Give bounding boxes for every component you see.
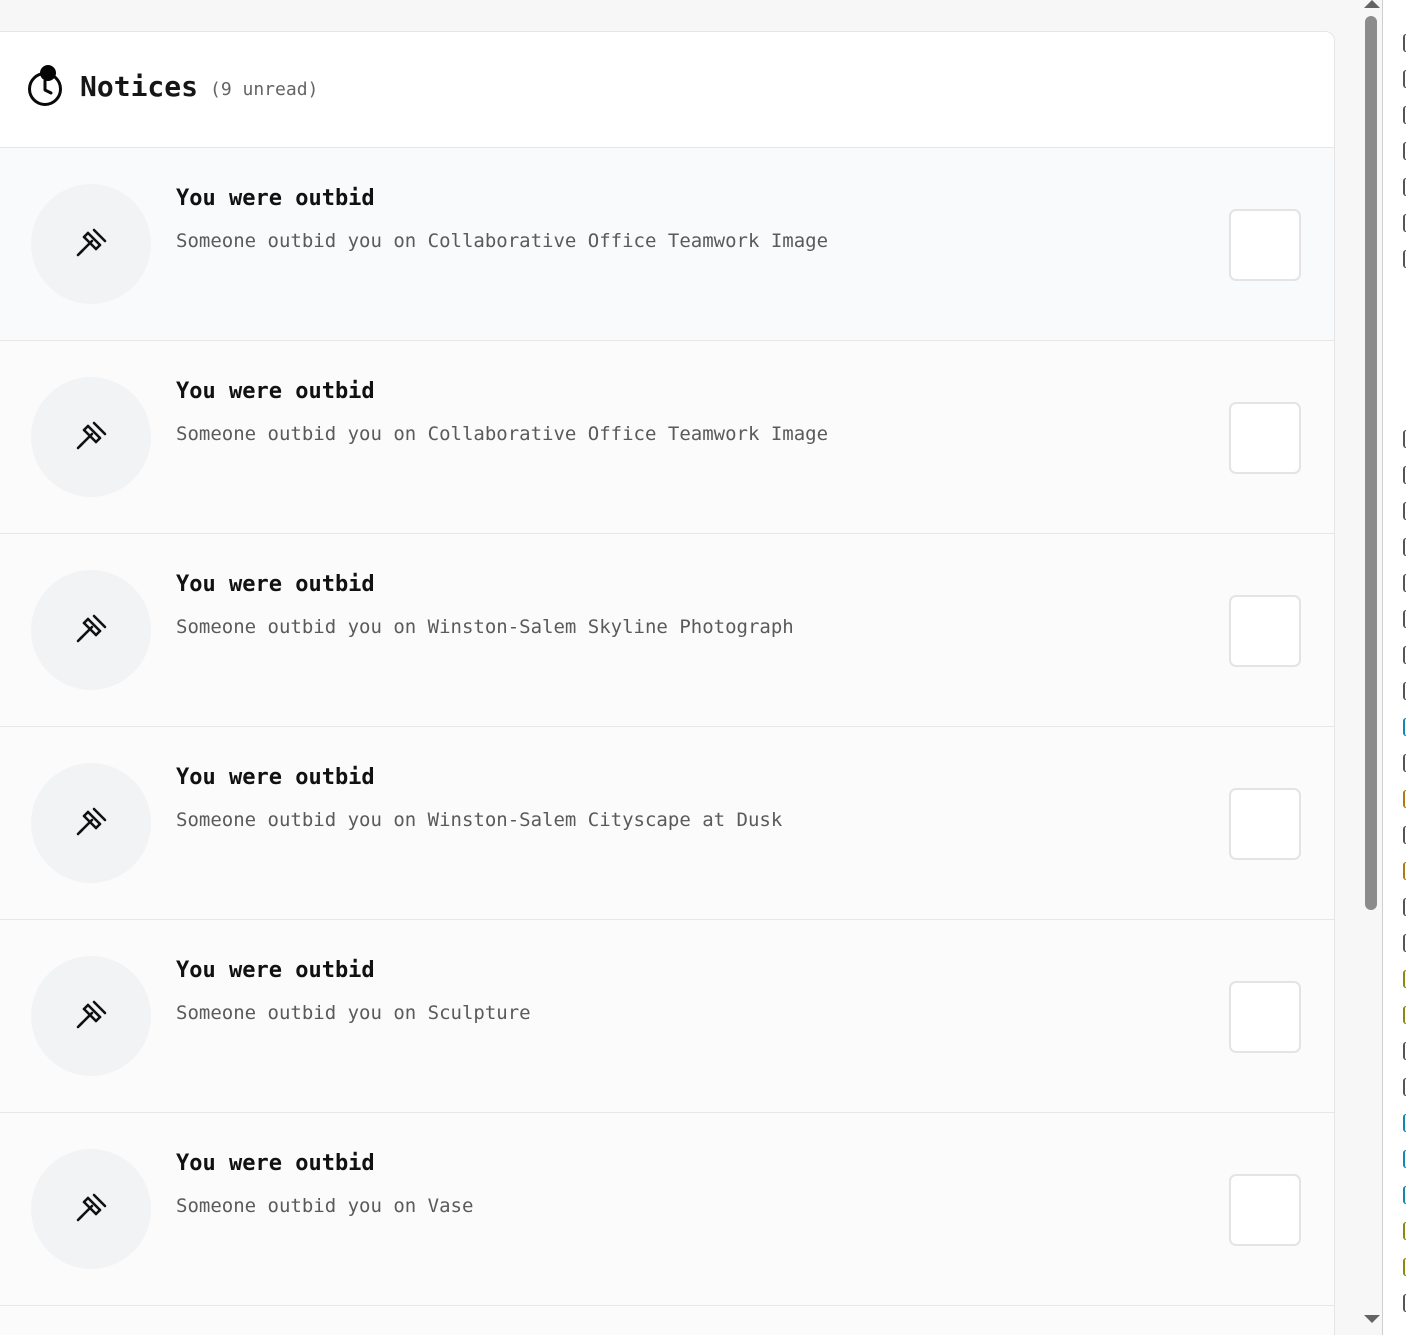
notice-checkbox[interactable] xyxy=(1229,981,1301,1053)
unread-indicator-dot xyxy=(40,65,56,81)
gavel-icon xyxy=(76,1193,107,1222)
notice-body: Someone outbid you on Collaborative Offi… xyxy=(176,230,829,252)
notice-item[interactable]: You were outbid Someone outbid you on Win… xyxy=(0,727,1334,920)
notice-body: Someone outbid you on Vase xyxy=(176,1195,474,1217)
scroll-thumb[interactable] xyxy=(1365,16,1377,910)
notices-panel: Notices (9 unread) You were outbid Someon… xyxy=(0,31,1335,1335)
gavel-icon xyxy=(76,228,107,257)
notice-avatar xyxy=(31,184,151,304)
notice-checkbox[interactable] xyxy=(1229,209,1301,281)
notice-item[interactable]: You were outbid Someone outbid you on Win… xyxy=(0,534,1334,727)
scroll-up-arrow-icon[interactable] xyxy=(1364,0,1380,8)
notice-avatar xyxy=(31,956,151,1076)
notice-body: Someone outbid you on Collaborative Offi… xyxy=(176,423,829,445)
notice-item[interactable]: You were outbid Someone outbid you on Vas… xyxy=(0,1113,1334,1306)
notice-title: You were outbid xyxy=(176,572,375,597)
panel-header: Notices (9 unread) xyxy=(0,32,1334,148)
gavel-icon xyxy=(76,421,107,450)
notice-title: You were outbid xyxy=(176,765,375,790)
page-title: Notices xyxy=(80,70,199,103)
notice-item[interactable]: You were outbid Someone outbid you on Col… xyxy=(0,148,1334,341)
notice-item[interactable]: You were outbid Someone outbid you on Col… xyxy=(0,341,1334,534)
scroll-down-arrow-icon[interactable] xyxy=(1364,1315,1380,1323)
gavel-icon xyxy=(76,614,107,643)
unread-count: (9 unread) xyxy=(210,79,319,100)
notice-avatar xyxy=(31,763,151,883)
notice-body: Someone outbid you on Winston-Salem City… xyxy=(176,809,783,831)
notice-avatar xyxy=(31,570,151,690)
notice-title: You were outbid xyxy=(176,958,375,983)
notice-avatar xyxy=(31,1149,151,1269)
notice-checkbox[interactable] xyxy=(1229,595,1301,667)
gavel-icon xyxy=(76,1000,107,1029)
notice-checkbox[interactable] xyxy=(1229,788,1301,860)
notice-title: You were outbid xyxy=(176,379,375,404)
notice-avatar xyxy=(31,377,151,497)
notice-checkbox[interactable] xyxy=(1229,402,1301,474)
notice-body: Someone outbid you on Sculpture xyxy=(176,1002,531,1024)
notices-page: Notices (9 unread) You were outbid Someon… xyxy=(0,0,1406,1335)
scrollbar[interactable] xyxy=(1362,0,1382,1335)
notice-checkbox[interactable] xyxy=(1229,1174,1301,1246)
gavel-icon xyxy=(76,807,107,836)
notice-title: You were outbid xyxy=(176,186,375,211)
right-gutter xyxy=(1382,0,1406,1335)
notice-item[interactable]: You were outbid Someone outbid you on Scu… xyxy=(0,920,1334,1113)
notice-body: Someone outbid you on Winston-Salem Skyl… xyxy=(176,616,794,638)
notice-title: You were outbid xyxy=(176,1151,375,1176)
